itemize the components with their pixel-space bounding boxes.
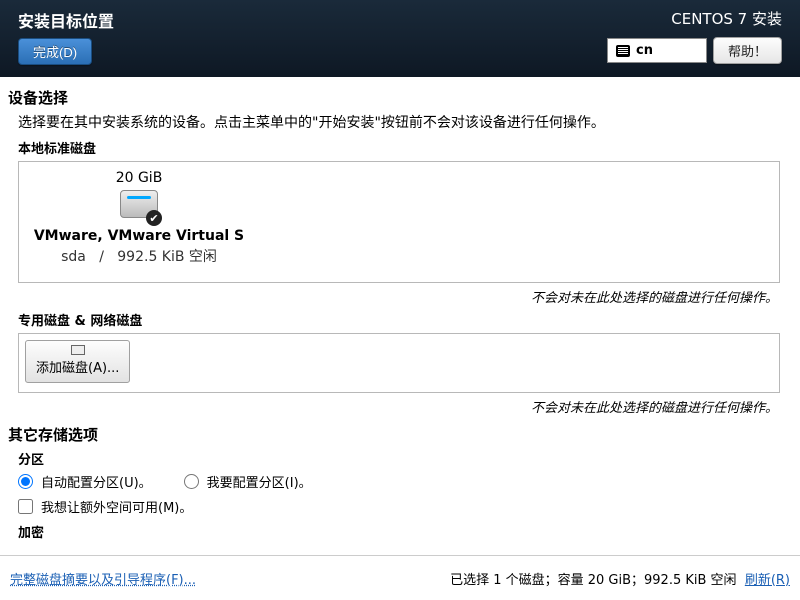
- encryption-heading: 加密: [18, 522, 782, 541]
- keyboard-icon: [616, 45, 630, 57]
- auto-partition-label: 自动配置分区(U)。: [41, 472, 152, 491]
- header-bar: 安装目标位置 完成(D) CENTOS 7 安装 cn 帮助！: [0, 0, 800, 77]
- special-disks-note: 不会对未在此处选择的磁盘进行任何操作。: [8, 397, 778, 416]
- disk-details: sda / 992.5 KiB 空闲: [29, 246, 249, 266]
- device-selection-heading: 设备选择: [8, 87, 782, 108]
- disk-size: 20 GiB: [29, 170, 249, 186]
- footer-bar: 完整磁盘摘要以及引导程序(F)... 已选择 1 个磁盘；容量 20 GiB；9…: [0, 555, 800, 600]
- special-disks-heading: 专用磁盘 & 网络磁盘: [18, 310, 782, 329]
- selection-status: 已选择 1 个磁盘；容量 20 GiB；992.5 KiB 空闲: [450, 573, 736, 588]
- manual-partition-label: 我要配置分区(I)。: [207, 472, 312, 491]
- page-title: 安装目标位置: [18, 8, 114, 32]
- add-disk-icon: [71, 345, 85, 355]
- local-disks-heading: 本地标准磁盘: [18, 138, 782, 157]
- keyboard-layout-selector[interactable]: cn: [607, 38, 707, 63]
- disk-name: VMware, VMware Virtual S: [29, 228, 249, 244]
- extra-space-label: 我想让额外空间可用(M)。: [41, 497, 192, 516]
- local-disks-panel: 20 GiB ✔ VMware, VMware Virtual S sda / …: [18, 161, 780, 283]
- keyboard-layout-label: cn: [636, 43, 653, 58]
- footer-right: 已选择 1 个磁盘；容量 20 GiB；992.5 KiB 空闲 刷新(R): [450, 569, 790, 588]
- special-disks-panel: 添加磁盘(A)...: [18, 333, 780, 393]
- product-label: CENTOS 7 安装: [607, 8, 782, 29]
- check-icon: ✔: [146, 210, 162, 226]
- partition-heading: 分区: [18, 449, 782, 468]
- add-disk-label: 添加磁盘(A)...: [36, 357, 119, 376]
- disk-item[interactable]: 20 GiB ✔ VMware, VMware Virtual S sda / …: [29, 170, 249, 266]
- auto-partition-radio[interactable]: [18, 474, 33, 489]
- manual-partition-radio[interactable]: [184, 474, 199, 489]
- device-selection-instruction: 选择要在其中安装系统的设备。点击主菜单中的"开始安装"按钮前不会对该设备进行任何…: [18, 112, 782, 132]
- disk-summary-link[interactable]: 完整磁盘摘要以及引导程序(F)...: [10, 569, 196, 588]
- refresh-link[interactable]: 刷新(R): [745, 573, 790, 588]
- other-options-heading: 其它存储选项: [8, 424, 782, 445]
- content-area: 设备选择 选择要在其中安装系统的设备。点击主菜单中的"开始安装"按钮前不会对该设…: [0, 77, 800, 555]
- extra-space-checkbox[interactable]: [18, 499, 33, 514]
- help-button[interactable]: 帮助！: [713, 37, 782, 64]
- done-button[interactable]: 完成(D): [18, 38, 92, 65]
- add-disk-button[interactable]: 添加磁盘(A)...: [25, 340, 130, 383]
- local-disks-note: 不会对未在此处选择的磁盘进行任何操作。: [8, 287, 778, 306]
